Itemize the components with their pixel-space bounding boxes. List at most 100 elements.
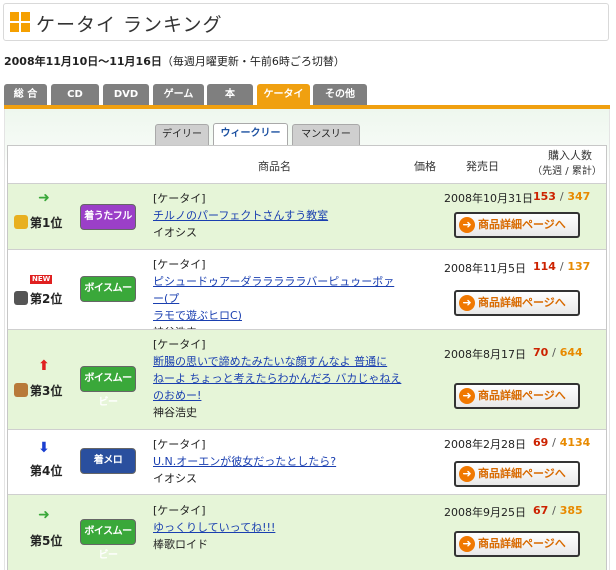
rank-label: 第5位 — [30, 534, 63, 548]
week-count: 114 — [533, 260, 556, 273]
product-title-link[interactable]: ピシュードゥアーダラララララバーピュゥーボァー(プラモで遊ぶヒロC) — [153, 273, 403, 324]
product-detail-button[interactable]: ➜ 商品詳細ページへ — [454, 212, 580, 238]
release-date: 2008年10月31日 — [444, 192, 533, 205]
count-separator: / — [559, 260, 564, 273]
product-artist: イオシス — [153, 226, 197, 239]
trend-up-arrow-icon: ⬆ — [38, 358, 50, 374]
rank-label: 第3位 — [30, 384, 63, 398]
product-artist: 神谷浩史 — [153, 406, 197, 419]
product-title-link[interactable]: 断腸の思いで諦めたみたいな顔すんなよ 普通にねーよ ちょっと考えたらわかんだろ … — [153, 353, 403, 404]
ranking-row-1: ➜ 第1位 着うたフル [ケータイ] チルノのパーフェクトさんすう教室 イオシス… — [8, 183, 606, 249]
trend-right-arrow-icon: ➜ — [38, 507, 50, 523]
week-count: 153 — [533, 190, 556, 203]
week-count: 67 — [533, 504, 549, 517]
release-date: 2008年2月28日 — [444, 438, 526, 451]
release-date: 2008年9月25日 — [444, 506, 526, 519]
cat-face-icon — [14, 291, 28, 305]
type-badge-chaku-melo[interactable]: 着メロ — [80, 448, 136, 474]
detail-button-label: 商品詳細ページへ — [478, 389, 566, 402]
product-detail-button[interactable]: ➜ 商品詳細ページへ — [454, 383, 580, 409]
arrow-right-circle-icon: ➜ — [459, 536, 475, 552]
header-buyers-title: 購入人数 — [548, 149, 592, 162]
tab-category-dvd[interactable]: DVD — [103, 84, 149, 106]
trend-right-arrow-icon: ➜ — [38, 190, 50, 206]
period-note: （毎週月曜更新・午前6時ごろ切替） — [161, 55, 345, 68]
total-count: 347 — [567, 190, 591, 203]
product-artist: 棒歌ロイド — [153, 538, 208, 551]
detail-button-label: 商品詳細ページへ — [478, 537, 566, 550]
buyer-counts: 114 / 137 — [533, 260, 590, 273]
type-badge-voice-movie[interactable]: ボイスムービー — [80, 276, 136, 318]
rank-label: 第2位 — [30, 292, 63, 306]
release-date: 2008年11月5日 — [444, 262, 526, 275]
arrow-right-circle-icon: ➜ — [459, 466, 475, 482]
product-title-link[interactable]: ゆっくりしていってね!!! — [153, 519, 403, 536]
product-title-line-2: ラモで遊ぶヒロC) — [153, 309, 242, 322]
tab-category-game[interactable]: ゲーム — [153, 84, 204, 106]
ranking-table: 商品名 価格 発売日 購入人数 （先週 / 累計） ➜ 第1位 着うたフル [ケ… — [7, 145, 607, 570]
product-title-line-3: のおめー! — [153, 389, 202, 402]
total-count: 385 — [559, 504, 583, 517]
week-count: 69 — [533, 436, 549, 449]
logo-squares-icon — [10, 12, 30, 32]
product-category: [ケータイ] — [153, 192, 206, 205]
week-count: 70 — [533, 346, 549, 359]
product-artist: イオシス — [153, 472, 197, 485]
ranking-row-5: ➜ 第5位 ボイスムービー [ケータイ] ゆっくりしていってね!!! 棒歌ロイド… — [8, 494, 606, 570]
header-buyers-sub: （先週 / 累計） — [532, 166, 602, 177]
buyer-counts: 153 / 347 — [533, 190, 590, 203]
rank-label: 第1位 — [30, 216, 63, 230]
product-title-line-1: ピシュードゥアーダラララララバーピュゥーボァー(プ — [153, 275, 395, 305]
product-category: [ケータイ] — [153, 338, 206, 351]
count-separator: / — [552, 504, 556, 517]
tab-monthly[interactable]: マンスリー — [292, 124, 360, 146]
header-release-date: 発売日 — [466, 160, 499, 173]
total-count: 137 — [567, 260, 591, 273]
product-title-link[interactable]: U.N.オーエンが彼女だったとしたら? — [153, 453, 403, 470]
count-separator: / — [552, 346, 556, 359]
new-badge: NEW — [30, 275, 53, 284]
type-badge-chaku-uta-full[interactable]: 着うたフル — [80, 204, 136, 230]
product-title-link[interactable]: チルノのパーフェクトさんすう教室 — [153, 207, 403, 224]
product-title-line-1: 断腸の思いで諦めたみたいな顔すんなよ 普通に — [153, 355, 388, 368]
buyer-counts: 70 / 644 — [533, 346, 583, 359]
tab-category-all[interactable]: 総 合 — [4, 84, 47, 106]
type-badge-voice-movie[interactable]: ボイスムービー — [80, 366, 136, 408]
product-detail-button[interactable]: ➜ 商品詳細ページへ — [454, 531, 580, 557]
tab-category-other[interactable]: その他 — [313, 84, 367, 106]
product-category: [ケータイ] — [153, 504, 206, 517]
header-price: 価格 — [414, 160, 436, 173]
product-category: [ケータイ] — [153, 438, 206, 451]
product-detail-button[interactable]: ➜ 商品詳細ページへ — [454, 290, 580, 316]
header-buyers: 購入人数 （先週 / 累計） — [532, 148, 606, 180]
tab-category-keitai[interactable]: ケータイ — [257, 84, 310, 106]
buyer-counts: 67 / 385 — [533, 504, 583, 517]
product-info: [ケータイ] チルノのパーフェクトさんすう教室 イオシス — [153, 190, 403, 241]
type-badge-voice-movie[interactable]: ボイスムービー — [80, 519, 136, 561]
count-separator: / — [552, 436, 556, 449]
tab-weekly[interactable]: ウィークリー — [213, 123, 288, 147]
tab-category-cd[interactable]: CD — [51, 84, 99, 106]
arrow-right-circle-icon: ➜ — [459, 388, 475, 404]
product-info: [ケータイ] U.N.オーエンが彼女だったとしたら? イオシス — [153, 436, 403, 487]
gold-crown-icon — [14, 215, 28, 229]
tab-category-book[interactable]: 本 — [207, 84, 253, 106]
product-detail-button[interactable]: ➜ 商品詳細ページへ — [454, 461, 580, 487]
ranking-row-3: ⬆ 第3位 ボイスムービー [ケータイ] 断腸の思いで諦めたみたいな顔すんなよ … — [8, 329, 606, 429]
rank-label: 第4位 — [30, 464, 63, 478]
product-info: [ケータイ] 断腸の思いで諦めたみたいな顔すんなよ 普通にねーよ ちょっと考えた… — [153, 336, 403, 421]
arrow-right-circle-icon: ➜ — [459, 217, 475, 233]
count-separator: / — [559, 190, 564, 203]
product-title-line-2: ねーよ ちょっと考えたらわかんだろ バカじゃねえ — [153, 372, 402, 385]
total-count: 644 — [559, 346, 583, 359]
category-tabs: 総 合 CD DVD ゲーム 本 ケータイ その他 — [4, 84, 610, 106]
page-header: ケータイ ランキング — [3, 3, 609, 41]
ranking-row-2: NEW 第2位 ボイスムービー [ケータイ] ピシュードゥアーダラララララバーピ… — [8, 249, 606, 339]
ranking-period: 2008年11月10日〜11月16日（毎週月曜更新・午前6時ごろ切替） — [4, 53, 345, 69]
tab-daily[interactable]: デイリー — [155, 124, 209, 146]
detail-button-label: 商品詳細ページへ — [478, 296, 566, 309]
ranking-row-4: ⬇ 第4位 着メロ [ケータイ] U.N.オーエンが彼女だったとしたら? イオシ… — [8, 429, 606, 494]
buyer-counts: 69 / 4134 — [533, 436, 590, 449]
page-title: ケータイ ランキング — [36, 14, 223, 36]
detail-button-label: 商品詳細ページへ — [478, 218, 566, 231]
